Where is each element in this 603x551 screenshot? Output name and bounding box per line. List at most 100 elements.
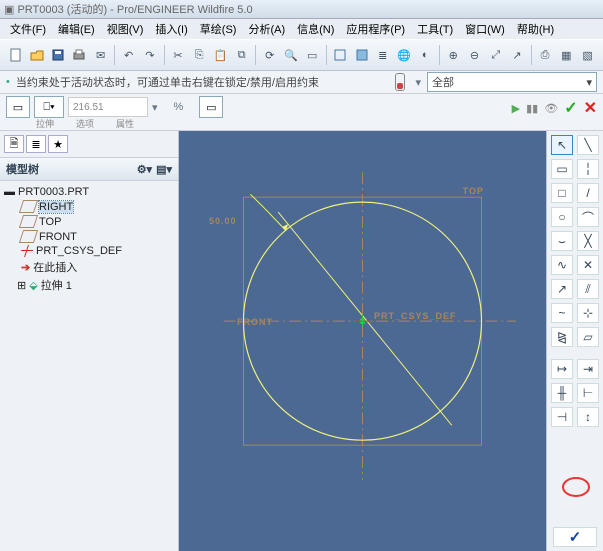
rect2-tool[interactable]: □ xyxy=(551,183,573,203)
chamfer-tool[interactable]: ╳ xyxy=(577,231,599,251)
move-tool[interactable]: ↕ xyxy=(577,407,599,427)
menu-app[interactable]: 应用程序(P) xyxy=(340,19,411,39)
regen-button[interactable]: ⟳ xyxy=(260,43,279,67)
appearance-button[interactable]: ▦ xyxy=(557,43,576,67)
tree-tab-model[interactable]: 🗎 xyxy=(4,135,24,153)
orient-button[interactable]: ↗ xyxy=(507,43,526,67)
line2-tool[interactable]: / xyxy=(577,183,599,203)
tree-item-csys[interactable]: PRT_CSYS_DEF xyxy=(2,244,176,258)
menu-insert[interactable]: 插入(I) xyxy=(149,19,193,39)
tree-settings-icon[interactable]: ⚙▾ xyxy=(137,163,152,176)
zoom-out-button[interactable]: ⊖ xyxy=(465,43,484,67)
print-button[interactable] xyxy=(70,43,89,67)
play-icon[interactable]: ▶ xyxy=(512,102,520,115)
cut-button[interactable]: ✂ xyxy=(168,43,187,67)
modify-tool[interactable]: ⇥ xyxy=(577,359,599,379)
ref-tool[interactable]: ⊢ xyxy=(577,383,599,403)
status-bullet: • xyxy=(6,76,10,88)
menu-file[interactable]: 文件(F) xyxy=(4,19,52,39)
menu-view[interactable]: 视图(V) xyxy=(101,19,150,39)
graphics-canvas[interactable]: 50.00 TOP FRONT PRT_CSYS_DEF xyxy=(179,131,546,551)
tree-item-front[interactable]: FRONT xyxy=(2,229,176,244)
save-button[interactable] xyxy=(49,43,68,67)
view-1-button[interactable] xyxy=(331,43,350,67)
tree-tab-layer[interactable]: ≣ xyxy=(26,135,46,153)
window-title: PRT0003 (活动的) - Pro/ENGINEER Wildfire 5.… xyxy=(17,1,252,17)
shade-button[interactable]: ◐ xyxy=(416,43,435,67)
saved-view-button[interactable]: ⎙ xyxy=(535,43,554,67)
coord-tool[interactable]: ⊹ xyxy=(577,303,599,323)
trim-tool[interactable]: ~ xyxy=(551,303,573,323)
paste-button[interactable]: 📋 xyxy=(211,43,230,67)
preview-icon[interactable]: 👁 xyxy=(544,102,558,115)
filter-combo[interactable]: 全部 ▾ xyxy=(427,72,597,92)
circle-tool[interactable]: ○ xyxy=(551,207,573,227)
thermo-dropdown[interactable]: ▾ xyxy=(415,76,421,89)
main-toolbar: ✉ ↶ ↷ ✂ ⎘ 📋 ⧉ ⟳ 🔍 ▭ ≣ 🌐 ◐ ⊕ ⊖ ⤢ ↗ ⎙ ▦ ▧ xyxy=(0,39,603,71)
offset-tool[interactable]: ⫽ xyxy=(577,279,599,299)
find-button[interactable]: 🔍 xyxy=(281,43,300,67)
ribbon-tab-options[interactable]: 选项 xyxy=(76,117,94,130)
point-tool[interactable]: ✕ xyxy=(577,255,599,275)
menu-window[interactable]: 窗口(W) xyxy=(459,19,511,39)
tree-item-extrude[interactable]: ⊞⬙ 拉伸 1 xyxy=(2,276,176,294)
sketch-done-button[interactable]: ✓ xyxy=(553,527,597,547)
tree-tab-fav[interactable]: ★ xyxy=(48,135,68,153)
ok-icon[interactable]: ✓ xyxy=(564,98,577,118)
undo-button[interactable]: ↶ xyxy=(119,43,138,67)
cancel-icon[interactable]: ✕ xyxy=(584,98,597,118)
tree-title: 模型树 xyxy=(6,161,39,177)
select-button[interactable]: ▭ xyxy=(303,43,322,67)
copy-button[interactable]: ⎘ xyxy=(190,43,209,67)
layer-button[interactable]: ≣ xyxy=(373,43,392,67)
render-button[interactable]: ▧ xyxy=(578,43,597,67)
mirror-tool[interactable]: ⧎ xyxy=(551,327,573,347)
depth-dropdown[interactable]: ▾ xyxy=(152,101,158,114)
dim-tool[interactable]: ↦ xyxy=(551,359,573,379)
new-button[interactable] xyxy=(6,43,25,67)
menu-tools[interactable]: 工具(T) xyxy=(411,19,459,39)
pause-icon[interactable]: ▮▮ xyxy=(526,102,538,115)
fillet-tool[interactable]: ⌣ xyxy=(551,231,573,251)
select-tool[interactable]: ↖ xyxy=(551,135,573,155)
tree-item-top[interactable]: TOP xyxy=(2,214,176,229)
thermometer-icon xyxy=(395,73,405,91)
ribbon-tab-extrude[interactable]: 拉伸 xyxy=(36,117,54,130)
constraint-tool[interactable]: ╫ xyxy=(551,383,573,403)
open-button[interactable] xyxy=(27,43,46,67)
globe-button[interactable]: 🌐 xyxy=(394,43,413,67)
depth-side1-button[interactable]: ▭ xyxy=(6,96,30,118)
dim-label[interactable]: 50.00 xyxy=(209,216,237,226)
tree-item-insert[interactable]: ➔ 在此插入 xyxy=(2,258,176,276)
menu-info[interactable]: 信息(N) xyxy=(291,19,340,39)
view-2-button[interactable] xyxy=(352,43,371,67)
menu-edit[interactable]: 编辑(E) xyxy=(52,19,101,39)
delete-tool[interactable]: ⊣ xyxy=(551,407,573,427)
tree-item-right[interactable]: RIGHT xyxy=(2,199,176,214)
zoom-in-button[interactable]: ⊕ xyxy=(444,43,463,67)
depth-type-button[interactable]: ⎕▾ xyxy=(34,96,64,118)
ribbon-tab-props[interactable]: 属性 xyxy=(116,117,134,130)
menu-help[interactable]: 帮助(H) xyxy=(511,19,560,39)
flip-icon[interactable]: % xyxy=(174,101,184,113)
depth-value-input[interactable]: 216.51 xyxy=(68,97,148,117)
menu-sketch[interactable]: 草绘(S) xyxy=(194,19,243,39)
tree-show-icon[interactable]: ▤▾ xyxy=(156,163,172,176)
redo-button[interactable]: ↷ xyxy=(140,43,159,67)
thin-button[interactable]: ▭ xyxy=(199,96,223,118)
mail-button[interactable]: ✉ xyxy=(91,43,110,67)
annotation-circle xyxy=(561,476,591,498)
spline-tool[interactable]: ∿ xyxy=(551,255,573,275)
tree-root[interactable]: ▬PRT0003.PRT xyxy=(2,185,176,199)
text-tool[interactable]: ↗ xyxy=(551,279,573,299)
line-tool[interactable]: ╲ xyxy=(577,135,599,155)
edge-tool[interactable]: ▱ xyxy=(577,327,599,347)
model-tree: ▬PRT0003.PRT RIGHT TOP FRONT PRT_CSYS_DE… xyxy=(0,181,178,551)
info-bar: • 当约束处于活动状态时，可通过单击右键在锁定/禁用/启用约束 ▾ 全部 ▾ xyxy=(0,71,603,94)
menu-analysis[interactable]: 分析(A) xyxy=(242,19,291,39)
arc-tool[interactable]: ⌒ xyxy=(577,207,599,227)
refit-button[interactable]: ⤢ xyxy=(486,43,505,67)
centerline-tool[interactable]: ╎ xyxy=(577,159,599,179)
paste-special-button[interactable]: ⧉ xyxy=(232,43,251,67)
rect-tool[interactable]: ▭ xyxy=(551,159,573,179)
